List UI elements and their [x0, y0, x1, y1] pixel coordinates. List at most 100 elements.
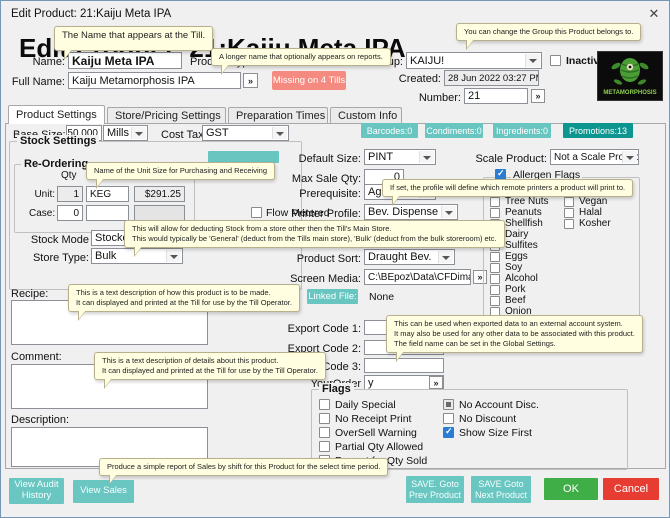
allergen-vegan-checkbox[interactable]	[564, 197, 574, 207]
allergen-beef-checkbox[interactable]	[490, 296, 500, 306]
export-code-3-input[interactable]	[364, 358, 444, 373]
save-goto-prev-product-button[interactable]: SAVE. Goto Prev Product	[406, 476, 464, 503]
show-size-first-checkbox[interactable]	[443, 426, 454, 438]
no-account-disc-checkbox[interactable]	[443, 399, 454, 410]
allergen-pork-checkbox[interactable]	[490, 285, 500, 295]
ok-button[interactable]: OK	[544, 478, 598, 500]
chevron-down-icon	[438, 251, 453, 263]
allergen-tree-nuts-checkbox[interactable]	[490, 197, 500, 207]
allergen-halal-checkbox[interactable]	[564, 208, 574, 218]
hop-monster-logo: METAMORPHOSIS	[598, 52, 662, 100]
daily-special-checkbox[interactable]	[319, 399, 330, 410]
stock-settings-label: Stock Settings	[17, 135, 100, 147]
allergen-dairy-label: Dairy	[505, 229, 529, 240]
oversell-warning-label: OverSell Warning	[335, 427, 417, 439]
store-type-label: Store Type:	[32, 252, 89, 264]
stock-mode-label: Stock Mode	[30, 234, 89, 246]
inactive-checkbox[interactable]	[550, 55, 561, 66]
case-label: Case:	[29, 208, 56, 219]
tab-product-settings[interactable]: Product Settings	[8, 105, 105, 124]
name-input[interactable]: Kaiju Meta IPA	[68, 52, 182, 69]
allergen-halal-label: Halal	[579, 207, 602, 218]
scale-product-select[interactable]: Not a Scale Product	[550, 149, 639, 165]
tab-store-pricing-settings[interactable]: Store/Pricing Settings	[107, 107, 226, 124]
your-order-expand-button[interactable]: »	[429, 376, 443, 389]
tooltip-group: You can change the Group this Product be…	[456, 23, 642, 51]
printer-profile-label: Printer Profile:	[291, 208, 361, 220]
tooltip-tail	[467, 39, 474, 49]
printer-profile-select[interactable]: Bev. Dispense	[364, 204, 458, 220]
full-name-input[interactable]: Kaiju Metamorphosis IPA	[68, 72, 241, 89]
cancel-button[interactable]: Cancel	[603, 478, 659, 500]
allergen-tree-nuts-label: Tree Nuts	[505, 196, 549, 207]
allergen-kosher-label: Kosher	[579, 218, 611, 229]
tooltip-stock-deduct: This will allow for deducting Stock from…	[124, 220, 505, 258]
condiments-button[interactable]: Condiments:0	[425, 123, 483, 138]
product-sort-select[interactable]: Draught Bev.	[364, 249, 455, 265]
allergen-peanuts-checkbox[interactable]	[490, 208, 500, 218]
full-name-expand-button[interactable]: »	[243, 73, 258, 88]
tooltip-recipe: This is a text description of how this p…	[68, 284, 300, 322]
tooltip-tail	[397, 351, 404, 361]
linked-file-button[interactable]: Linked File:	[307, 289, 358, 304]
unit-name-field[interactable]: KEG	[86, 186, 129, 202]
unit-cost-field: $291.25	[134, 186, 185, 202]
tooltip-full-name: A longer name that optionally appears on…	[211, 48, 391, 76]
no-receipt-print-checkbox[interactable]	[319, 413, 330, 424]
group-select[interactable]: KAIJU!	[406, 52, 542, 69]
base-size-unit-select[interactable]: Mills	[103, 125, 148, 141]
product-image: METAMORPHOSIS	[597, 51, 663, 101]
max-sale-qty-label: Max Sale Qty:	[291, 173, 361, 185]
case-name-field[interactable]	[86, 205, 129, 221]
promotions-button[interactable]: Promotions:13	[563, 123, 633, 138]
cost-tax-select[interactable]: GST	[202, 125, 289, 141]
screen-media-input[interactable]: C:\BEpoz\Data\CFDimage	[364, 269, 471, 285]
case-qty-field[interactable]: 0	[57, 205, 83, 221]
tooltip-tail	[135, 246, 142, 256]
default-size-select[interactable]: PINT	[364, 149, 436, 165]
view-sales-button[interactable]: View Sales	[73, 480, 134, 503]
barcodes-button[interactable]: Barcodes:0	[361, 123, 418, 138]
number-input[interactable]: 21	[464, 88, 528, 104]
created-label: Created:	[398, 73, 441, 85]
no-discount-label: No Discount	[459, 413, 517, 425]
partial-qty-allowed-checkbox[interactable]	[319, 441, 330, 452]
name-label: Name:	[32, 56, 65, 68]
cost-tax-label: Cost Tax:	[161, 129, 207, 141]
printer-profile-value: Bev. Dispense	[368, 206, 439, 218]
partial-qty-allowed-label: Partial Qty Allowed	[335, 441, 424, 453]
export-code-1-label: Export Code 1:	[287, 323, 361, 335]
tooltip-tail	[110, 474, 117, 484]
unit-qty-field[interactable]: 1	[57, 186, 83, 202]
allergen-alcohol-checkbox[interactable]	[490, 274, 500, 284]
tooltip-printer-profile: If set, the profile will define which re…	[382, 179, 634, 207]
save-goto-next-product-button[interactable]: SAVE Goto Next Product	[471, 476, 531, 503]
number-expand-button[interactable]: »	[531, 89, 545, 103]
flow-metered-checkbox[interactable]	[251, 207, 262, 218]
oversell-warning-checkbox[interactable]	[319, 427, 330, 438]
scale-product-label: Scale Product:	[475, 153, 547, 165]
missing-tills-badge: Missing on 4 Tills	[272, 71, 346, 90]
allergen-kosher-checkbox[interactable]	[564, 219, 574, 229]
close-icon[interactable]: ✕	[645, 6, 663, 22]
comment-label: Comment:	[11, 351, 62, 363]
allergen-soy-checkbox[interactable]	[490, 263, 500, 273]
case-cost-field	[134, 205, 185, 221]
chevron-down-icon	[419, 151, 434, 163]
tooltip-tail	[79, 310, 86, 320]
tab-preparation-times[interactable]: Preparation Times	[228, 107, 328, 124]
chevron-down-icon	[131, 127, 146, 139]
number-label: Number:	[418, 92, 461, 104]
default-size-value: PINT	[368, 151, 394, 163]
allergen-beef-label: Beef	[505, 295, 526, 306]
ingredients-button[interactable]: Ingredients:0	[493, 123, 551, 138]
allergen-eggs-checkbox[interactable]	[490, 252, 500, 262]
tooltip-comment: This is a text description of details ab…	[94, 352, 326, 390]
window-title: Edit Product: 21:Kaiju Meta IPA	[11, 8, 172, 20]
no-discount-checkbox[interactable]	[443, 413, 454, 424]
view-audit-history-button[interactable]: View Audit History	[9, 478, 64, 504]
tab-custom-info[interactable]: Custom Info	[330, 107, 402, 124]
chevron-down-icon	[441, 206, 456, 218]
tooltip-tail	[65, 49, 72, 58]
allergen-alcohol-label: Alcohol	[505, 273, 538, 284]
